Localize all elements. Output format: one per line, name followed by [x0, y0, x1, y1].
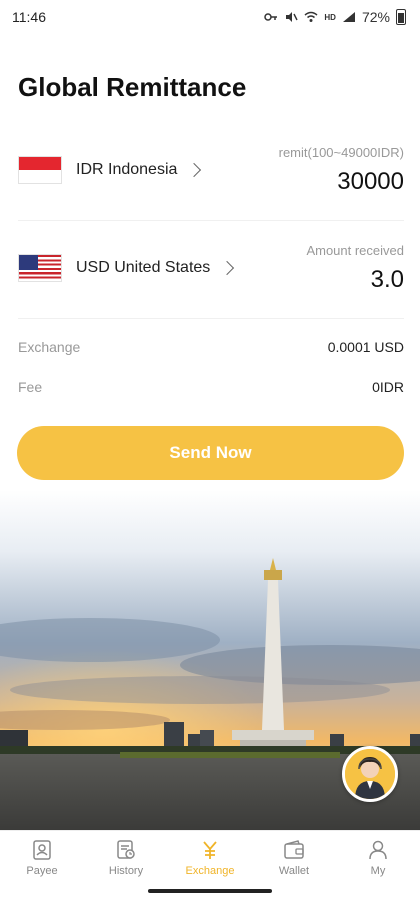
divider	[18, 318, 404, 319]
contact-card-icon	[33, 839, 51, 860]
battery-icon	[396, 9, 406, 25]
fee-label: Fee	[18, 379, 43, 395]
receive-amount-column: Amount received 3.0	[306, 243, 404, 294]
tab-label-exchange: Exchange	[185, 864, 235, 877]
send-amount-hint: remit(100~49000IDR)	[278, 144, 404, 160]
tab-label-wallet: Wallet	[278, 864, 310, 877]
tab-label-history: History	[108, 864, 144, 877]
exchange-rate-row: Exchange 0.0001 USD	[18, 339, 404, 355]
status-icons: HD 72%	[264, 9, 406, 25]
history-icon	[117, 839, 135, 859]
agent-avatar-icon	[345, 749, 395, 799]
receive-currency-label: USD United States	[76, 259, 211, 276]
status-bar: 11:46 HD 72%	[0, 0, 420, 34]
receive-amount-value: 3.0	[370, 265, 404, 293]
send-currency-label: IDR Indonesia	[76, 161, 178, 178]
receive-currency-selector[interactable]: USD United States	[18, 254, 235, 282]
home-indicator	[148, 889, 272, 893]
send-amount-input[interactable]	[254, 167, 404, 196]
bottom-tab-bar: Payee History Exchange Wallet My	[0, 830, 420, 884]
signal-icon	[342, 12, 355, 22]
fee-value: 0IDR	[372, 379, 404, 395]
send-amount-column: remit(100~49000IDR)	[254, 145, 404, 196]
tab-wallet[interactable]: Wallet	[252, 831, 336, 884]
fee-row: Fee 0IDR	[18, 379, 404, 395]
receive-amount-hint: Amount received	[306, 242, 404, 258]
receive-currency-row: USD United States Amount received 3.0	[18, 233, 404, 303]
tab-payee[interactable]: Payee	[0, 831, 84, 884]
status-time: 11:46	[12, 9, 46, 25]
yuan-exchange-icon	[203, 840, 217, 859]
tab-label-my: My	[370, 864, 386, 877]
tab-my[interactable]: My	[336, 831, 420, 884]
send-now-button[interactable]: Send Now	[17, 426, 404, 480]
wifi-icon	[304, 11, 318, 22]
hd-icon: HD	[324, 12, 336, 22]
exchange-value: 0.0001 USD	[327, 339, 404, 355]
usa-flag-icon	[18, 254, 62, 282]
key-icon	[264, 13, 278, 21]
tab-exchange[interactable]: Exchange	[168, 831, 252, 884]
page-title: Global Remittance	[18, 72, 247, 102]
tab-label-payee: Payee	[26, 864, 58, 877]
indonesia-flag-icon	[18, 156, 62, 184]
customer-support-button[interactable]	[342, 746, 398, 802]
mute-icon	[286, 12, 299, 22]
send-currency-row: IDR Indonesia remit(100~49000IDR)	[18, 135, 404, 205]
chevron-right-icon	[187, 162, 202, 178]
divider	[18, 220, 404, 221]
tab-history[interactable]: History	[84, 831, 168, 884]
battery-percent: 72%	[361, 9, 390, 25]
wallet-icon	[284, 839, 304, 859]
person-icon	[369, 840, 387, 859]
exchange-label: Exchange	[18, 339, 81, 355]
send-currency-selector[interactable]: IDR Indonesia	[18, 156, 202, 184]
chevron-right-icon	[220, 260, 235, 276]
